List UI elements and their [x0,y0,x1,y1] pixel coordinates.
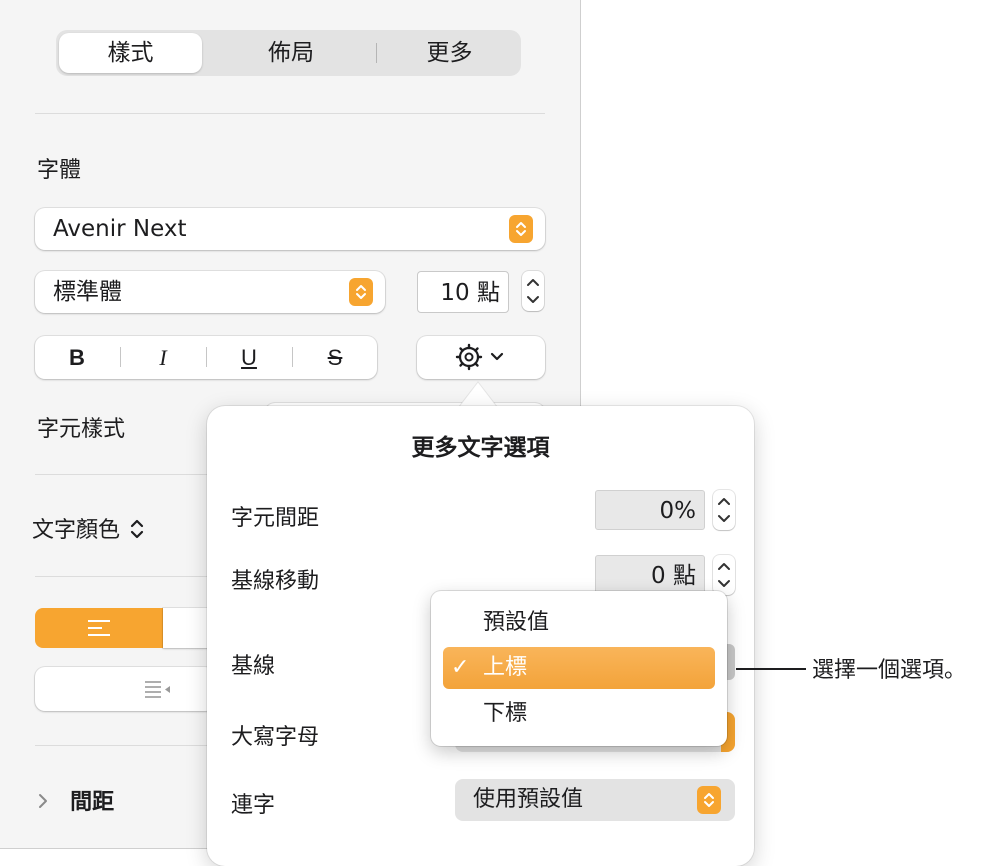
baseline-shift-stepper[interactable] [713,555,735,595]
chevron-updown-icon [131,519,144,539]
text-format-buttons: B I U S [35,336,377,379]
menu-item-label: 預設值 [483,610,550,635]
popover-arrow [458,381,498,408]
baseline-shift-label: 基線移動 [231,569,320,594]
font-size-value: 10 點 [440,280,500,306]
character-spacing-field[interactable]: 0% [595,490,705,530]
baseline-menu: 預設值 ✓ 上標 下標 [431,591,727,746]
decrease-indent-icon [145,681,170,698]
spacing-label: 間距 [70,790,115,815]
typeface-value: 標準體 [53,279,122,305]
align-left-button[interactable] [35,608,163,648]
chevron-updown-icon [718,498,730,522]
text-color-control[interactable]: 文字顏色 [32,512,145,544]
tab-style[interactable]: 樣式 [59,33,202,73]
strikethrough-button[interactable]: S [293,336,377,379]
popover-title: 更多文字選項 [411,435,550,461]
tab-layout[interactable]: 佈局 [216,30,366,76]
ligatures-popup[interactable]: 使用預設值 [455,779,735,821]
baseline-shift-value: 0 點 [651,563,696,589]
chevron-updown-icon [718,563,730,587]
menu-item-subscript[interactable]: 下標 [431,694,727,734]
menu-item-default[interactable]: 預設值 [431,603,727,643]
font-size-stepper[interactable] [522,271,544,311]
tab-separator [376,43,377,63]
chevron-updown-icon [527,279,539,303]
character-spacing-stepper[interactable] [713,490,735,530]
tab-bar: 樣式 佈局 更多 [56,30,521,76]
character-styles-label: 字元樣式 [37,417,126,442]
baseline-shift-field[interactable]: 0 點 [595,555,705,595]
advanced-options-button[interactable] [417,336,545,379]
ligatures-value: 使用預設值 [473,787,584,812]
chevron-down-icon [490,352,504,361]
chevron-updown-icon [509,215,533,243]
align-left-icon [88,620,110,636]
menu-item-superscript[interactable]: ✓ 上標 [443,647,715,689]
divider [35,113,545,114]
font-section-label: 字體 [37,158,82,183]
chevron-updown-icon [349,278,373,306]
align-center-button[interactable] [163,608,213,648]
ligatures-label: 連字 [231,793,276,818]
font-size-field[interactable]: 10 點 [417,271,509,313]
baseline-label: 基線 [231,654,276,679]
chevron-right-icon [39,794,47,808]
spacing-disclosure[interactable]: 間距 [37,784,114,816]
chevron-updown-icon [697,786,721,814]
character-spacing-value: 0% [659,498,697,524]
character-spacing-label: 字元間距 [231,506,320,531]
checkmark-icon: ✓ [451,655,470,680]
gear-icon [455,343,483,371]
indent-button[interactable] [35,667,215,711]
text-color-label: 文字顏色 [32,518,121,543]
callout-text: 選擇一個選項。 [812,658,967,683]
italic-button[interactable]: I [121,336,205,379]
font-family-value: Avenir Next [53,216,187,242]
typeface-popup[interactable]: 標準體 [35,271,385,313]
underline-button[interactable]: U [207,336,291,379]
menu-item-label: 上標 [483,655,528,680]
bold-button[interactable]: B [35,336,119,379]
callout-line [736,668,806,670]
tab-more[interactable]: 更多 [378,30,521,76]
font-family-popup[interactable]: Avenir Next [35,208,545,250]
capitalization-label: 大寫字母 [231,725,320,750]
menu-item-label: 下標 [483,701,528,726]
